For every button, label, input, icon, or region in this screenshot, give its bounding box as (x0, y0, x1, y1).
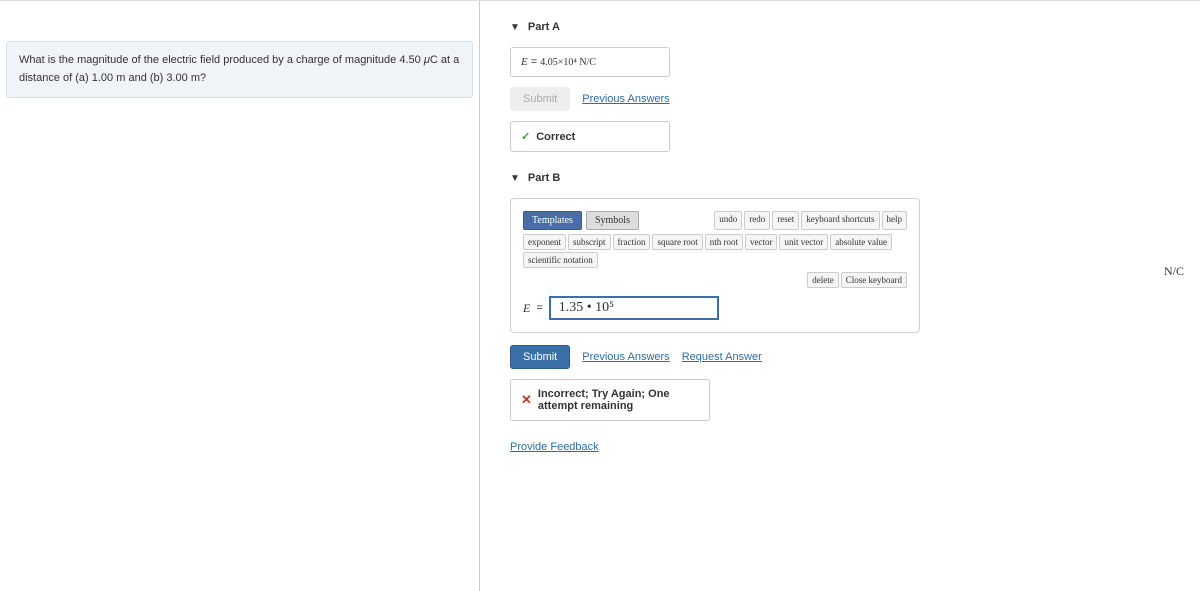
right-panel: ▼ Part A E = 4.05×10⁴ N/C Submit Previou… (480, 1, 1200, 591)
vector-tool[interactable]: vector (745, 234, 778, 250)
request-answer-link[interactable]: Request Answer (682, 351, 762, 363)
submit-button-b[interactable]: Submit (510, 345, 570, 369)
close-keyboard-button[interactable]: Close keyboard (841, 272, 907, 288)
templates-tab[interactable]: Templates (523, 211, 582, 230)
chevron-down-icon: ▼ (510, 173, 520, 184)
delete-button[interactable]: delete (807, 272, 839, 288)
correct-label: Correct (536, 131, 575, 143)
redo-button[interactable]: redo (744, 211, 770, 230)
provide-feedback-link[interactable]: Provide Feedback (510, 441, 599, 453)
fraction-tool[interactable]: fraction (613, 234, 651, 250)
close-row: delete Close keyboard (523, 272, 907, 288)
submit-button-a: Submit (510, 87, 570, 111)
part-b-actions: Submit Previous Answers Request Answer (510, 345, 1192, 369)
left-panel: What is the magnitude of the electric fi… (0, 1, 480, 591)
equation-editor: Templates Symbols undo redo reset keyboa… (510, 198, 920, 333)
answer-input[interactable]: 1.35 • 10⁵ (549, 296, 719, 320)
undo-button[interactable]: undo (714, 211, 742, 230)
part-b-header[interactable]: ▼ Part B (510, 172, 1192, 184)
main-container: What is the magnitude of the electric fi… (0, 0, 1200, 591)
incorrect-label: Incorrect; Try Again; One attempt remain… (538, 388, 699, 412)
provide-feedback-row: Provide Feedback (510, 441, 1192, 453)
reset-button[interactable]: reset (772, 211, 799, 230)
cross-icon: ✕ (521, 392, 532, 408)
help-button[interactable]: help (882, 211, 908, 230)
part-a: ▼ Part A E = 4.05×10⁴ N/C Submit Previou… (510, 21, 1192, 152)
unit-label: N/C (1164, 264, 1192, 279)
incorrect-status: ✕ Incorrect; Try Again; One attempt rema… (510, 379, 710, 421)
question-text: What is the magnitude of the electric fi… (6, 41, 473, 98)
keyboard-shortcuts-button[interactable]: keyboard shortcuts (801, 211, 879, 230)
absolute-value-tool[interactable]: absolute value (830, 234, 892, 250)
square-root-tool[interactable]: square root (652, 234, 702, 250)
unit-vector-tool[interactable]: unit vector (779, 234, 828, 250)
part-b: ▼ Part B Templates Symbols undo redo res… (510, 172, 1192, 421)
correct-status: ✓ Correct (510, 121, 670, 152)
subscript-tool[interactable]: subscript (568, 234, 611, 250)
nth-root-tool[interactable]: nth root (705, 234, 743, 250)
chevron-down-icon: ▼ (510, 22, 520, 33)
template-tools-row: exponent subscript fraction square root … (523, 234, 907, 268)
previous-answers-link-a[interactable]: Previous Answers (582, 93, 669, 105)
part-a-actions: Submit Previous Answers (510, 87, 1192, 111)
part-b-title: Part B (528, 172, 560, 184)
previous-answers-link-b[interactable]: Previous Answers (582, 351, 669, 363)
check-icon: ✓ (521, 130, 530, 143)
symbols-tab[interactable]: Symbols (586, 211, 639, 230)
part-a-answer: E = 4.05×10⁴ N/C (510, 47, 670, 77)
exponent-tool[interactable]: exponent (523, 234, 566, 250)
scientific-notation-tool[interactable]: scientific notation (523, 252, 598, 268)
editor-tabs-row: Templates Symbols undo redo reset keyboa… (523, 211, 907, 230)
part-a-title: Part A (528, 21, 560, 33)
part-a-header[interactable]: ▼ Part A (510, 21, 1192, 33)
input-row: E = 1.35 • 10⁵ (523, 296, 907, 320)
